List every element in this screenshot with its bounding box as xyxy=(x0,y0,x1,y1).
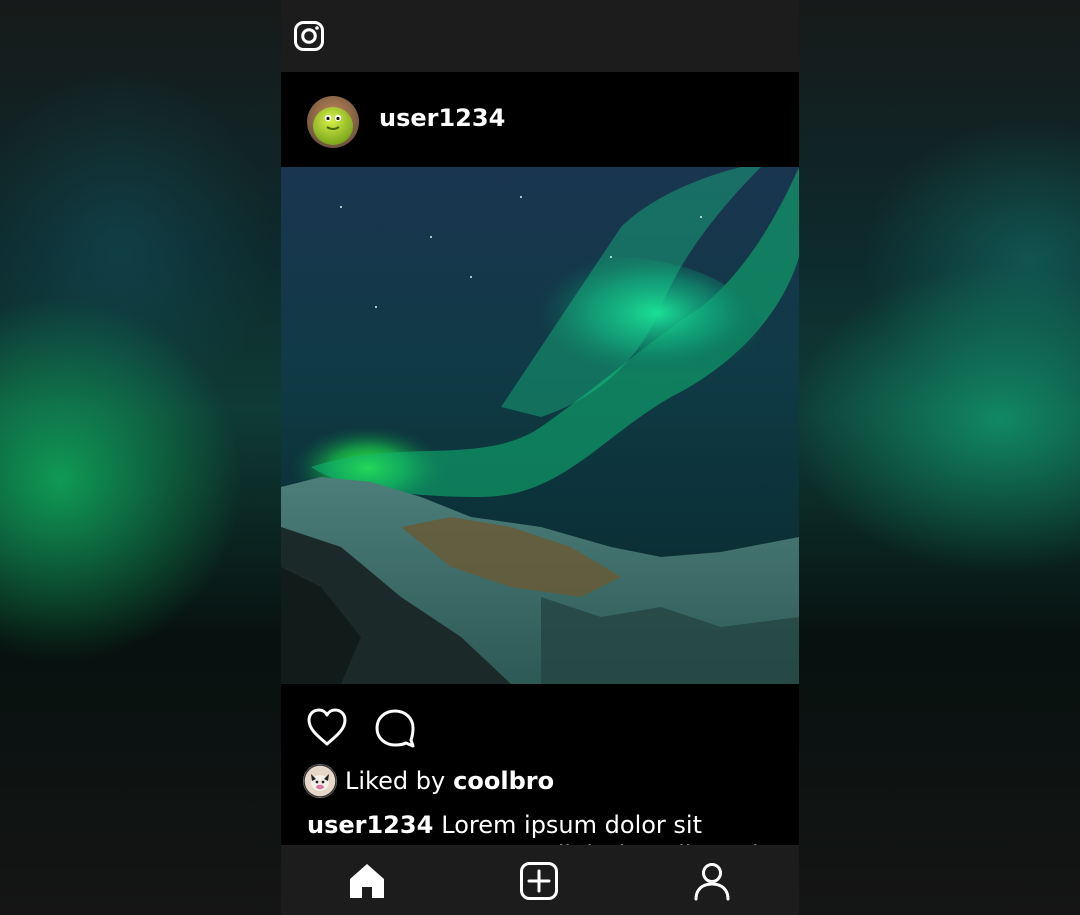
phone-app: user1234 Liked by coolbro user1234 Lorem… xyxy=(281,0,799,915)
post-header: user1234 xyxy=(281,72,799,167)
comment-icon[interactable] xyxy=(373,707,417,749)
add-post-icon[interactable] xyxy=(519,861,559,901)
heart-icon[interactable] xyxy=(305,706,349,748)
liked-by-username[interactable]: coolbro xyxy=(453,767,554,795)
instagram-icon[interactable] xyxy=(293,20,325,52)
user-icon[interactable] xyxy=(692,861,732,901)
post-photo[interactable] xyxy=(281,167,799,684)
liked-by-label: Liked by xyxy=(345,767,446,795)
liked-by-row: Liked by coolbro xyxy=(303,764,554,798)
bottom-nav xyxy=(281,845,799,915)
post-username[interactable]: user1234 xyxy=(379,104,505,132)
liker-avatar[interactable] xyxy=(303,764,337,798)
home-icon[interactable] xyxy=(347,861,387,901)
avatar[interactable] xyxy=(307,96,359,148)
caption-username[interactable]: user1234 xyxy=(307,811,433,839)
top-bar xyxy=(281,0,799,72)
post-actions: Liked by coolbro user1234 Lorem ipsum dol… xyxy=(281,684,799,869)
